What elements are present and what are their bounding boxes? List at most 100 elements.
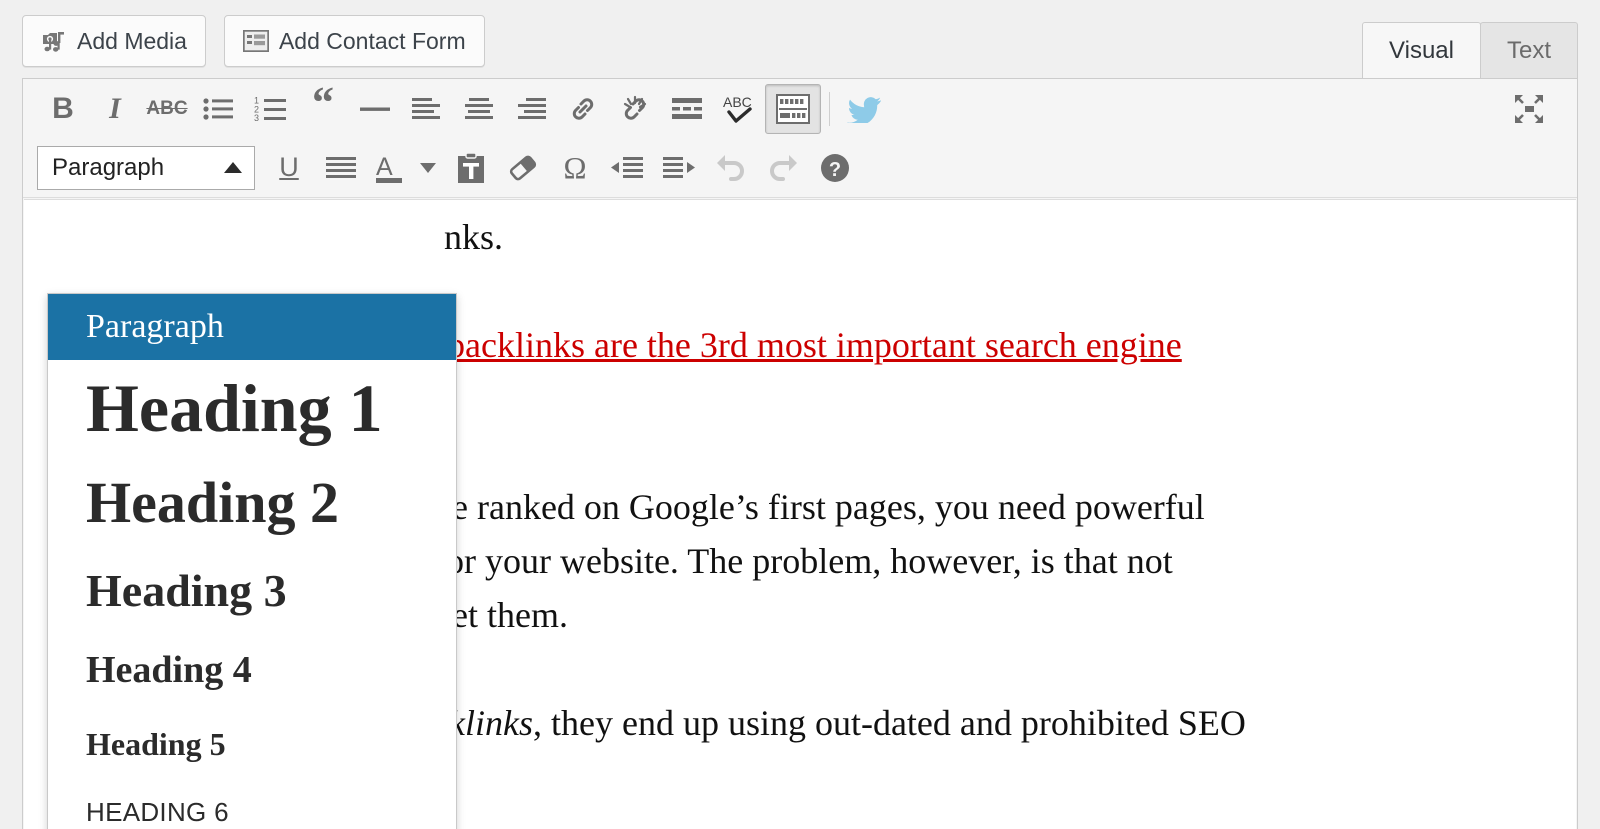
bullet-list-button[interactable] xyxy=(193,86,245,132)
add-media-button[interactable]: Add Media xyxy=(22,15,206,67)
format-option-heading4-label: Heading 4 xyxy=(86,649,252,691)
toolbar-row-primary: B I ABC 1 2 3 “ ABC xyxy=(23,79,1577,138)
format-dropdown-menu[interactable]: Paragraph Heading 1 Heading 2 Heading 3 … xyxy=(47,293,457,829)
format-option-heading2-label: Heading 2 xyxy=(86,469,339,535)
content-line-1-text: nks. xyxy=(444,217,504,257)
undo-icon xyxy=(715,153,747,183)
add-contact-form-label: Add Contact Form xyxy=(278,27,466,54)
link-button[interactable] xyxy=(557,86,609,132)
italic-button[interactable]: I xyxy=(89,86,141,132)
format-option-heading3[interactable]: Heading 3 xyxy=(48,548,456,632)
spellcheck-icon: ABC xyxy=(722,93,756,125)
numbered-list-icon: 1 2 3 xyxy=(254,96,288,122)
keyboard-shortcuts-button[interactable]: ? xyxy=(809,145,861,191)
toolbar-toggle-button[interactable] xyxy=(765,83,821,134)
tab-visual[interactable]: Visual xyxy=(1362,22,1481,78)
svg-text:ABC: ABC xyxy=(723,94,752,110)
format-option-heading1-label: Heading 1 xyxy=(86,369,383,446)
format-option-paragraph-label: Paragraph xyxy=(86,308,224,345)
content-line-1: nks. xyxy=(54,210,1536,264)
paste-text-icon xyxy=(457,151,485,184)
bold-icon: B xyxy=(52,91,74,125)
format-select-value: Paragraph xyxy=(52,153,165,181)
format-option-heading6[interactable]: HEADING 6 xyxy=(48,780,456,829)
backlinks-link[interactable]: backlinks are the 3rd most important sea… xyxy=(447,325,1182,365)
fullscreen-button[interactable] xyxy=(1503,86,1555,132)
media-camera-icon xyxy=(41,28,67,54)
svg-text:3: 3 xyxy=(254,113,259,122)
indent-icon xyxy=(663,156,695,180)
twitter-bird-icon xyxy=(846,95,882,123)
caret-up-icon xyxy=(224,162,242,173)
justify-button[interactable] xyxy=(315,145,367,191)
toolbar-row-secondary: Paragraph U A Ω ? xyxy=(23,138,1577,198)
format-option-heading1[interactable]: Heading 1 xyxy=(48,360,456,456)
help-icon: ? xyxy=(819,152,851,184)
omega-icon: Ω xyxy=(563,149,587,185)
toolbar-separator xyxy=(829,91,830,126)
align-center-icon xyxy=(464,97,494,121)
bullet-list-icon xyxy=(203,97,235,121)
outdent-icon xyxy=(611,156,643,180)
align-right-button[interactable] xyxy=(505,86,557,132)
format-option-paragraph[interactable]: Paragraph xyxy=(48,294,456,360)
read-more-button[interactable] xyxy=(661,86,713,132)
redo-icon xyxy=(767,153,799,183)
text-color-dropdown-button[interactable] xyxy=(411,145,445,191)
format-option-heading6-label: HEADING 6 xyxy=(86,796,229,827)
blockquote-button[interactable]: “ xyxy=(297,80,349,132)
eraser-icon xyxy=(507,154,539,182)
svg-text:A: A xyxy=(376,153,393,181)
link-icon xyxy=(568,94,598,124)
outdent-button[interactable] xyxy=(601,145,653,191)
strikethrough-button[interactable]: ABC xyxy=(141,86,193,132)
add-contact-form-button[interactable]: Add Contact Form xyxy=(223,15,485,67)
tab-text-label: Text xyxy=(1506,36,1551,64)
editor-mode-tabs: Visual Text xyxy=(1362,22,1578,78)
add-media-label: Add Media xyxy=(77,27,187,54)
tab-text[interactable]: Text xyxy=(1479,22,1578,78)
format-option-heading4[interactable]: Heading 4 xyxy=(48,632,456,708)
underline-button[interactable]: U xyxy=(263,145,315,191)
content-line-3-text: be ranked on Google’s first pages, you n… xyxy=(434,487,1205,527)
kitchen-sink-icon xyxy=(776,93,810,124)
format-option-heading3-label: Heading 3 xyxy=(86,564,287,616)
format-option-heading2[interactable]: Heading 2 xyxy=(48,456,456,548)
unlink-icon xyxy=(620,94,650,124)
bold-button[interactable]: B xyxy=(37,86,89,132)
horizontal-rule-icon xyxy=(360,105,390,113)
fullscreen-icon xyxy=(1513,93,1545,125)
text-color-button[interactable]: A xyxy=(367,145,411,191)
unlink-button[interactable] xyxy=(609,86,661,132)
tab-visual-label: Visual xyxy=(1389,36,1454,64)
clear-formatting-button[interactable] xyxy=(497,145,549,191)
format-option-heading5-label: Heading 5 xyxy=(86,725,226,762)
content-line-4-text: for your website. The problem, however, … xyxy=(434,541,1173,581)
numbered-list-button[interactable]: 1 2 3 xyxy=(245,86,297,132)
blockquote-icon: “ xyxy=(312,77,334,127)
paste-as-text-button[interactable] xyxy=(445,145,497,191)
justify-icon xyxy=(326,156,356,180)
horizontal-rule-button[interactable] xyxy=(349,86,401,132)
indent-button[interactable] xyxy=(653,145,705,191)
align-center-button[interactable] xyxy=(453,86,505,132)
svg-text:?: ? xyxy=(829,159,841,181)
redo-button[interactable] xyxy=(757,145,809,191)
italic-icon: I xyxy=(109,91,121,125)
format-select[interactable]: Paragraph xyxy=(37,145,255,190)
text-color-icon: A xyxy=(373,151,405,185)
editor-screen: Add Media Add Contact Form Visual Text B… xyxy=(0,0,1600,829)
editor-panel: B I ABC 1 2 3 “ ABC Paragraph U A Ω ? nk… xyxy=(22,78,1578,829)
special-character-button[interactable]: Ω xyxy=(549,145,601,191)
backlinks-emphasis: klinks xyxy=(449,703,533,743)
align-left-icon xyxy=(412,97,442,121)
spellcheck-button[interactable]: ABC xyxy=(713,86,765,132)
undo-button[interactable] xyxy=(705,145,757,191)
format-option-heading5[interactable]: Heading 5 xyxy=(48,708,456,780)
content-line-6-rest: , they end up using out-dated and prohib… xyxy=(532,703,1246,743)
contact-form-icon xyxy=(242,30,269,52)
twitter-embed-button[interactable] xyxy=(838,86,890,132)
underline-icon: U xyxy=(279,152,299,182)
align-right-icon xyxy=(516,97,546,121)
align-left-button[interactable] xyxy=(401,86,453,132)
